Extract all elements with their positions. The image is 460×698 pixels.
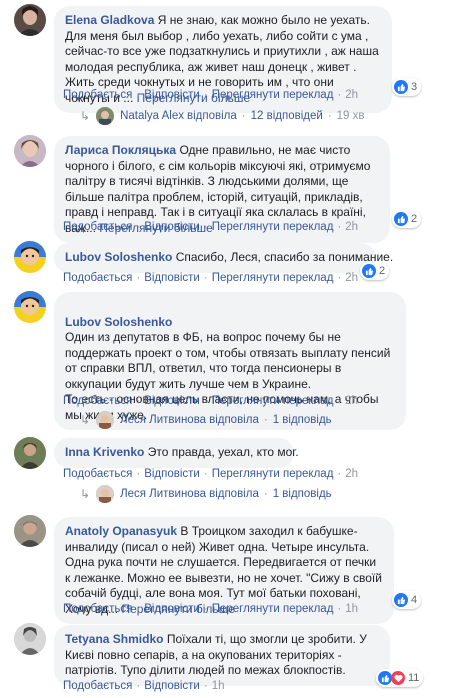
- reaction-count[interactable]: 11: [376, 669, 424, 687]
- replies-link[interactable]: ↳ Natalya Alex відповіла · 12 відповідей…: [80, 106, 365, 126]
- avatar[interactable]: [14, 623, 46, 655]
- comment-time[interactable]: 2h: [345, 221, 358, 233]
- reaction-number: 3: [411, 81, 418, 93]
- heart-icon: [391, 671, 405, 685]
- comment-time[interactable]: 2h: [345, 395, 358, 407]
- comment-actions: Подобається · Відповісти · Переглянути перек…: [63, 272, 359, 284]
- reply-verb: відповіла: [209, 488, 259, 500]
- reaction-count[interactable]: 2: [360, 262, 390, 280]
- comment-text: Это правда, уехал, кто мог.: [147, 445, 299, 459]
- reply-author[interactable]: Natalya Alex: [120, 110, 184, 122]
- see-translation-button[interactable]: Переглянути переклад: [212, 89, 334, 101]
- avatar[interactable]: [14, 437, 46, 469]
- avatar: [96, 107, 115, 125]
- comment-text: Один из депутатов в ФБ, на вопрос почему…: [65, 330, 391, 422]
- reaction-number: 4: [411, 594, 418, 606]
- comment-author[interactable]: Lubov Soloshenko: [65, 250, 172, 264]
- reply-count[interactable]: 12 відповідей: [251, 110, 323, 122]
- reply-button[interactable]: Відповісти: [144, 468, 200, 480]
- like-button[interactable]: Подобається: [63, 221, 132, 233]
- comment-actions: Подобається · Відповісти · Переглянути перек…: [63, 221, 359, 233]
- avatar: [96, 485, 115, 503]
- comment-bubble: Tetyana Shmidko Поїхали ті, що змогли це…: [54, 625, 390, 686]
- comment-actions: Подобається · Відповісти · 1h: [63, 680, 225, 692]
- like-button[interactable]: Подобається: [63, 603, 132, 615]
- reply-button[interactable]: Відповісти: [144, 603, 200, 615]
- see-translation-button[interactable]: Переглянути переклад: [212, 272, 334, 284]
- reply-author[interactable]: Леся Литвинова: [120, 488, 206, 500]
- avatar: [96, 411, 115, 429]
- comment-time[interactable]: 2h: [345, 468, 358, 480]
- reply-arrow-icon: ↳: [80, 109, 91, 123]
- comment-author[interactable]: Elena Gladkova: [65, 13, 154, 27]
- like-icon: [394, 593, 408, 607]
- like-button[interactable]: Подобається: [63, 468, 132, 480]
- reaction-count[interactable]: 2: [392, 210, 422, 228]
- see-translation-button[interactable]: Переглянути переклад: [212, 603, 334, 615]
- reaction-number: 2: [379, 265, 386, 277]
- like-button[interactable]: Подобається: [63, 89, 132, 101]
- reply-button[interactable]: Відповісти: [144, 272, 200, 284]
- reply-button[interactable]: Відповісти: [144, 221, 200, 233]
- reply-time: 19 хв: [336, 110, 365, 122]
- comment-author[interactable]: Anatoly Opanasyuk: [65, 524, 177, 538]
- reaction-number: 2: [411, 213, 418, 225]
- like-icon: [362, 264, 376, 278]
- avatar[interactable]: [14, 241, 46, 273]
- reply-button[interactable]: Відповісти: [144, 89, 200, 101]
- like-button[interactable]: Подобається: [63, 272, 132, 284]
- comment-actions: Подобається · Відповісти · Переглянути перек…: [63, 395, 359, 407]
- replies-link[interactable]: ↳ Леся Литвинова відповіла · 1 відповідь: [80, 410, 332, 430]
- comment-bubble: Lubov Soloshenko Спасибо, Леся, спасибо …: [54, 243, 393, 273]
- comment-time[interactable]: 1h: [212, 680, 225, 692]
- comment-bubble: Inna Krivenko Это правда, уехал, кто мог…: [54, 438, 299, 468]
- reaction-count[interactable]: 3: [392, 78, 422, 96]
- see-translation-button[interactable]: Переглянути переклад: [212, 395, 334, 407]
- see-translation-button[interactable]: Переглянути переклад: [212, 468, 334, 480]
- comment-actions: Подобається · Відповісти · Переглянути перек…: [63, 468, 359, 480]
- comment-actions: Подобається · Відповісти · Переглянути перек…: [63, 89, 359, 101]
- avatar[interactable]: [14, 515, 46, 547]
- reply-count[interactable]: 1 відповідь: [273, 488, 332, 500]
- reply-verb: відповіла: [209, 414, 259, 426]
- like-icon: [394, 212, 408, 226]
- reply-button[interactable]: Відповісти: [144, 680, 200, 692]
- comment-time[interactable]: 2h: [345, 89, 358, 101]
- like-icon: [378, 671, 392, 685]
- avatar[interactable]: [14, 135, 46, 167]
- avatar[interactable]: [14, 291, 46, 323]
- see-translation-button[interactable]: Переглянути переклад: [212, 221, 334, 233]
- replies-link[interactable]: ↳ Леся Литвинова відповіла · 1 відповідь: [80, 484, 332, 504]
- reaction-count[interactable]: 4: [392, 591, 422, 609]
- reply-arrow-icon: ↳: [80, 487, 91, 501]
- comment-actions: Подобається · Відповісти · Переглянути перек…: [63, 603, 359, 615]
- reply-verb: відповіла: [187, 110, 237, 122]
- comment-author[interactable]: Лариса Покляцька: [65, 143, 176, 157]
- like-icon: [394, 80, 408, 94]
- comment-text: Спасибо, Леся, спасибо за понимание.: [175, 250, 394, 264]
- like-button[interactable]: Подобається: [63, 395, 132, 407]
- like-button[interactable]: Подобається: [63, 680, 132, 692]
- reply-count[interactable]: 1 відповідь: [273, 414, 332, 426]
- reply-author[interactable]: Леся Литвинова: [120, 414, 206, 426]
- comment-author[interactable]: Tetyana Shmidko: [65, 632, 163, 646]
- comment-author[interactable]: Inna Krivenko: [65, 445, 144, 459]
- reaction-number: 11: [408, 672, 420, 684]
- comment-time[interactable]: 2h: [345, 272, 358, 284]
- avatar[interactable]: [14, 4, 46, 36]
- comment-time[interactable]: 1h: [345, 603, 358, 615]
- reply-button[interactable]: Відповісти: [144, 395, 200, 407]
- reply-arrow-icon: ↳: [80, 413, 91, 427]
- comment-author[interactable]: Lubov Soloshenko: [65, 315, 172, 329]
